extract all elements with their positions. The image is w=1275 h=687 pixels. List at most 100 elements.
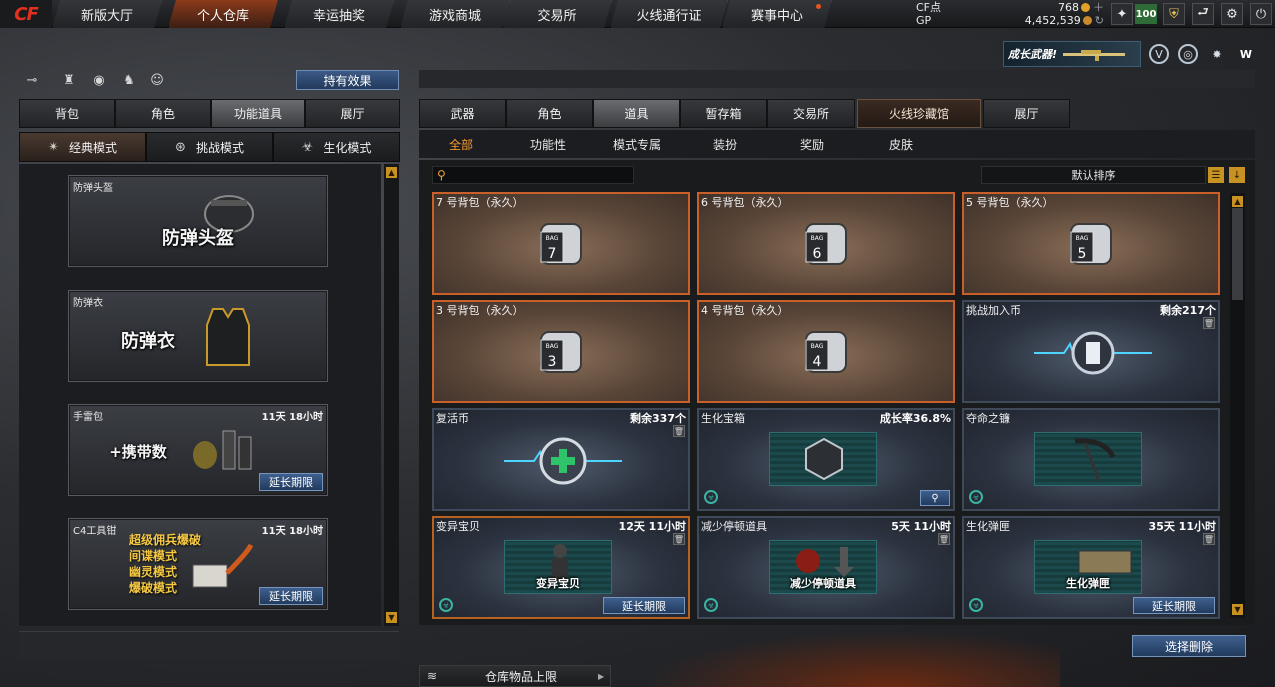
extend-period-button[interactable]: 延长期限	[603, 597, 685, 614]
mode-tab-label: 挑战模式	[195, 140, 244, 155]
item-card-revive-coin[interactable]: 复活币 剩余337个 🗑	[432, 408, 690, 511]
settings-gear-icon[interactable]: ⚙	[1221, 3, 1243, 25]
item-big-label: 防弹衣	[121, 331, 175, 352]
team-icon[interactable]: ♜	[60, 72, 78, 88]
subtab-skins[interactable]: 皮肤	[861, 130, 941, 158]
trash-icon[interactable]: 🗑	[673, 425, 685, 437]
tab-backpack[interactable]: 背包	[19, 99, 115, 128]
storage-limit-bar[interactable]: ≋ 仓库物品上限 ▶	[419, 665, 611, 687]
nav-tab-pass[interactable]: 火线通行证	[610, 0, 728, 28]
character-icon[interactable]: ♞	[120, 72, 138, 88]
tab-collection-hall[interactable]: 火线珍藏馆	[857, 99, 981, 128]
trash-icon[interactable]: 🗑	[673, 533, 685, 545]
item-card-vest[interactable]: 防弹衣 防弹衣	[68, 290, 328, 382]
item-big-label: +携带数	[109, 443, 167, 461]
mode-line: 超级佣兵爆破	[129, 533, 202, 547]
nav-tab-lobby[interactable]: 新版大厅	[52, 0, 162, 28]
tab-function-items[interactable]: 功能道具	[211, 99, 305, 128]
badge-v-icon[interactable]: V	[1149, 44, 1169, 64]
tab-weapons[interactable]: 武器	[419, 99, 506, 128]
grow-weapon-label: 成长武器!	[1008, 48, 1058, 61]
tab-storage-box[interactable]: 暂存箱	[680, 99, 767, 128]
list-view-icon[interactable]: ☰	[1208, 167, 1224, 183]
tab-characters[interactable]: 角色	[506, 99, 593, 128]
scroll-down-icon[interactable]: ▼	[1232, 604, 1243, 615]
extend-period-button[interactable]: 延长期限	[259, 587, 323, 605]
subtab-rewards[interactable]: 奖励	[772, 130, 852, 158]
biohazard-icon: ☣	[704, 598, 718, 612]
subtab-mode-exclusive[interactable]: 模式专属	[597, 130, 677, 158]
pet-icon[interactable]: ☺	[148, 72, 166, 88]
cf-logo[interactable]: CF	[0, 0, 52, 28]
backpack-icon: BAG 6	[805, 223, 847, 265]
tab-showroom-right[interactable]: 展厅	[983, 99, 1070, 128]
item-card-challenge-coin[interactable]: 挑战加入币 剩余217个 🗑	[962, 300, 1220, 403]
item-card-bag-7[interactable]: 7 号背包（永久） BAG 7	[432, 192, 690, 295]
nav-tab-shop[interactable]: 游戏商城	[400, 0, 510, 28]
subtab-all[interactable]: 全部	[421, 130, 501, 158]
power-icon[interactable]: ⏻	[1250, 3, 1272, 25]
search-input[interactable]: ⚲	[432, 166, 634, 184]
bag-number: 3	[548, 354, 557, 370]
nav-tab-lottery[interactable]: 幸运抽奖	[284, 0, 394, 28]
mutant-baby-image: 变异宝贝	[504, 540, 612, 594]
item-card-death-scythe[interactable]: 夺命之镰 ☣	[962, 408, 1220, 511]
grow-weapon-banner[interactable]: 成长武器!	[1003, 41, 1141, 67]
wings-w-icon[interactable]: W	[1236, 44, 1256, 64]
trash-icon[interactable]: 🗑	[938, 533, 950, 545]
item-card-bag-4[interactable]: 4 号背包（永久） BAG 4	[697, 300, 955, 403]
item-card-mutant-baby[interactable]: 变异宝贝 12天 11小时 🗑 变异宝贝 ☣ 延长期限	[432, 516, 690, 619]
item-growth-rate: 成长率36.8%	[879, 412, 951, 425]
extend-period-button[interactable]: 延长期限	[1133, 597, 1215, 614]
holding-effect-button[interactable]: 持有效果	[296, 70, 399, 90]
item-name: 3 号背包（永久）	[436, 304, 524, 317]
item-card-c4-tool[interactable]: C4工具钳 11天 18小时 超级佣兵爆破 间谍模式 幽灵模式 爆破模式 延长期…	[68, 518, 328, 610]
globe-icon[interactable]: ◎	[1178, 44, 1198, 64]
item-card-helmet[interactable]: 防弹头盔 防弹头盔	[68, 175, 328, 267]
select-delete-button[interactable]: 选择删除	[1132, 635, 1246, 657]
scythe-icon	[1074, 438, 1116, 482]
mode-tab-classic[interactable]: ✴ 经典模式	[19, 132, 146, 162]
subtab-dressup[interactable]: 装扮	[685, 130, 765, 158]
refresh-icon[interactable]: ↻	[1095, 14, 1104, 27]
item-card-zombie-box[interactable]: 生化宝箱 成长率36.8% ☣ ⚲	[697, 408, 955, 511]
item-card-grenade-pack[interactable]: 手雷包 11天 18小时 +携带数 延长期限	[68, 404, 328, 496]
subtab-functional[interactable]: 功能性	[508, 130, 588, 158]
grenade-icon[interactable]: ✸	[1207, 44, 1227, 64]
shield-icon[interactable]: ⛨	[1163, 3, 1185, 25]
mode-tab-zombie[interactable]: ☣ 生化模式	[273, 132, 400, 162]
preview-magnifier-button[interactable]: ⚲	[920, 490, 950, 506]
scroll-up-icon[interactable]: ▲	[386, 167, 397, 178]
item-card-bag-3[interactable]: 3 号背包（永久） BAG 3	[432, 300, 690, 403]
biohazard-icon: ☣	[704, 490, 718, 504]
return-icon[interactable]: ⮐	[1192, 3, 1214, 25]
scroll-down-icon[interactable]: ▼	[386, 612, 397, 623]
tab-showroom[interactable]: 展厅	[305, 99, 400, 128]
magazine-icon	[1078, 550, 1132, 574]
sort-direction-icon[interactable]: ↓	[1229, 167, 1245, 183]
rank-badge-icon[interactable]: ✦	[1111, 3, 1133, 25]
trash-icon[interactable]: 🗑	[1203, 533, 1215, 545]
left-scrollbar[interactable]: ▲ ▼	[384, 164, 399, 626]
tab-exchange[interactable]: 交易所	[767, 99, 855, 128]
nav-tab-events[interactable]: 赛事中心	[722, 0, 832, 28]
scrollbar-thumb[interactable]	[1232, 208, 1243, 300]
extend-period-button[interactable]: 延长期限	[259, 473, 323, 491]
cycle-icon[interactable]: ◉	[90, 72, 108, 88]
nav-tab-warehouse[interactable]: 个人仓库	[168, 0, 278, 28]
tab-items[interactable]: 道具	[593, 99, 680, 128]
item-card-zombie-magazine[interactable]: 生化弹匣 35天 11小时 🗑 生化弹匣 ☣ 延长期限	[962, 516, 1220, 619]
item-card-bag-6[interactable]: 6 号背包（永久） BAG 6	[697, 192, 955, 295]
nav-tab-exchange[interactable]: 交易所	[502, 0, 612, 28]
item-time-remaining: 11天 18小时	[261, 526, 323, 537]
key-icon[interactable]: ⊸	[23, 72, 41, 88]
sort-dropdown[interactable]: 默认排序	[981, 166, 1206, 184]
scroll-up-icon[interactable]: ▲	[1232, 196, 1243, 207]
add-cf-icon[interactable]: ＋	[1093, 1, 1104, 14]
item-card-stun-reduction[interactable]: 减少停顿道具 5天 11小时 🗑 减少停顿道具 ☣	[697, 516, 955, 619]
item-card-bag-5[interactable]: 5 号背包（永久） BAG 5	[962, 192, 1220, 295]
trash-icon[interactable]: 🗑	[1203, 317, 1215, 329]
tab-character[interactable]: 角色	[115, 99, 211, 128]
mode-tab-challenge[interactable]: ⊛ 挑战模式	[146, 132, 273, 162]
zombie-arrow-icon	[796, 547, 854, 577]
